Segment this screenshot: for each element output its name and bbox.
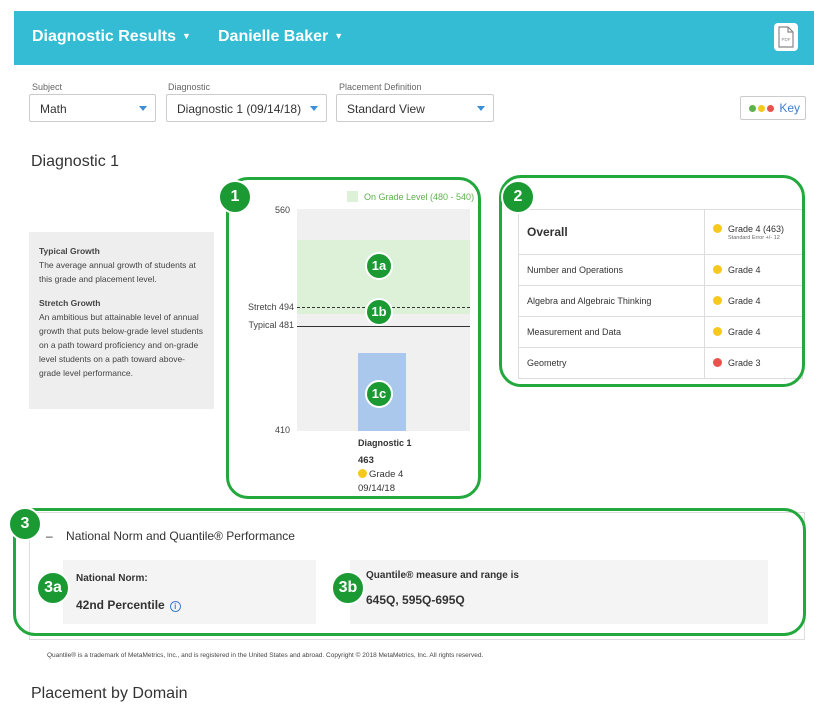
- callout-badge: 3b: [331, 571, 365, 605]
- domain-name: Overall: [518, 209, 705, 255]
- callout-badge: 2: [501, 180, 535, 214]
- info-icon[interactable]: i: [169, 601, 181, 612]
- callout-badge: 3: [8, 507, 42, 541]
- placement-select[interactable]: Standard View: [336, 94, 494, 122]
- subject-value: Math: [40, 102, 67, 116]
- green-dot-icon: [749, 105, 756, 112]
- diagnostic-label: Diagnostic: [168, 82, 211, 92]
- chevron-down-icon: ▼: [334, 31, 344, 41]
- y-min-label: 410: [274, 425, 290, 435]
- domain-grade: Grade 4: [704, 285, 803, 317]
- diagnostic-title: Diagnostic 1: [31, 153, 120, 170]
- dropdown-arrow-icon: [477, 106, 485, 111]
- bar-category-label: Diagnostic 1: [358, 438, 412, 448]
- domain-grade: Grade 4: [704, 254, 803, 286]
- app-header: Diagnostic Results ▼ Danielle Baker ▼ PDF: [14, 11, 814, 65]
- yellow-dot-icon: [713, 327, 722, 336]
- footnote: Quantile® is a trademark of MetaMetrics,…: [47, 652, 484, 659]
- typical-label: Typical 481: [248, 320, 294, 330]
- key-label: Key: [779, 101, 801, 115]
- typical-growth-text: The average annual growth of students at…: [39, 260, 196, 284]
- y-max-label: 560: [274, 205, 290, 215]
- collapse-icon[interactable]: –: [46, 529, 53, 543]
- subject-label: Subject: [32, 82, 63, 92]
- dropdown-arrow-icon: [310, 106, 318, 111]
- bar-grade: Grade 4: [358, 469, 403, 480]
- student-dropdown[interactable]: Danielle Baker ▼: [218, 28, 343, 46]
- callout-badge: 1: [218, 180, 252, 214]
- chevron-down-icon: ▼: [182, 31, 191, 41]
- chart-legend: On Grade Level (480 - 540): [347, 191, 474, 202]
- table-row-overall: Overall Grade 4 (463) Standard Error +/-…: [518, 209, 803, 255]
- dropdown-arrow-icon: [139, 106, 147, 111]
- report-dropdown[interactable]: Diagnostic Results ▼: [32, 28, 191, 46]
- bar-score: 463: [358, 455, 374, 466]
- legend-swatch: [347, 191, 358, 202]
- callout-badge: 3a: [36, 571, 70, 605]
- yellow-dot-icon: [758, 105, 765, 112]
- national-norm-value: 42nd Percentile i: [76, 598, 181, 612]
- callout-badge: 1b: [365, 298, 393, 326]
- red-dot-icon: [713, 358, 722, 367]
- table-row: Algebra and Algebraic Thinking Grade 4: [518, 285, 803, 317]
- bar-grade-label: Grade 4: [369, 469, 404, 480]
- pdf-export-button[interactable]: PDF: [774, 23, 798, 51]
- national-norm-label: National Norm:: [76, 573, 148, 584]
- domain-name: Measurement and Data: [518, 316, 705, 348]
- domain-grade: Grade 4: [704, 316, 803, 348]
- yellow-dot-icon: [713, 265, 722, 274]
- svg-text:PDF: PDF: [782, 37, 791, 42]
- yellow-dot-icon: [358, 469, 367, 478]
- callout-badge: 1a: [365, 252, 393, 280]
- student-name: Danielle Baker: [218, 28, 329, 45]
- placement-value: Standard View: [347, 102, 425, 116]
- bar-date: 09/14/18: [358, 483, 395, 494]
- national-norm-card: [63, 560, 316, 624]
- domain-name: Number and Operations: [518, 254, 705, 286]
- red-dot-icon: [767, 105, 774, 112]
- table-row: Geometry Grade 3: [518, 347, 803, 379]
- quantile-label: Quantile® measure and range is: [366, 570, 519, 581]
- placement-label: Placement Definition: [339, 82, 422, 92]
- domain-grade: Grade 4 (463) Standard Error +/- 12: [704, 209, 803, 255]
- domain-table: Overall Grade 4 (463) Standard Error +/-…: [518, 209, 803, 379]
- placement-by-domain-title: Placement by Domain: [31, 685, 188, 702]
- domain-grade: Grade 3: [704, 347, 803, 379]
- quantile-value: 645Q, 595Q-695Q: [366, 593, 465, 607]
- stretch-growth-title: Stretch Growth: [39, 298, 101, 308]
- yellow-dot-icon: [713, 296, 722, 305]
- stretch-label: Stretch 494: [247, 302, 294, 312]
- diagnostic-select[interactable]: Diagnostic 1 (09/14/18): [166, 94, 327, 122]
- pdf-icon: PDF: [778, 26, 794, 48]
- callout-badge: 1c: [365, 380, 393, 408]
- diagnostic-value: Diagnostic 1 (09/14/18): [177, 102, 302, 116]
- yellow-dot-icon: [713, 223, 722, 233]
- norm-panel-header[interactable]: – National Norm and Quantile® Performanc…: [46, 529, 295, 543]
- key-button[interactable]: Key: [740, 96, 806, 120]
- growth-explanation-panel: Typical Growth The average annual growth…: [29, 232, 214, 409]
- legend-label: On Grade Level (480 - 540): [364, 192, 475, 202]
- typical-line: [297, 326, 470, 327]
- domain-name: Algebra and Algebraic Thinking: [518, 285, 705, 317]
- norm-panel-title: National Norm and Quantile® Performance: [66, 529, 295, 543]
- subject-select[interactable]: Math: [29, 94, 156, 122]
- table-row: Number and Operations Grade 4: [518, 254, 803, 286]
- typical-growth-title: Typical Growth: [39, 246, 100, 256]
- table-row: Measurement and Data Grade 4: [518, 316, 803, 348]
- domain-name: Geometry: [518, 347, 705, 379]
- report-title: Diagnostic Results: [32, 28, 177, 45]
- standard-error: Standard Error +/- 12: [728, 234, 780, 241]
- stretch-growth-text: An ambitious but attainable level of ann…: [39, 312, 203, 378]
